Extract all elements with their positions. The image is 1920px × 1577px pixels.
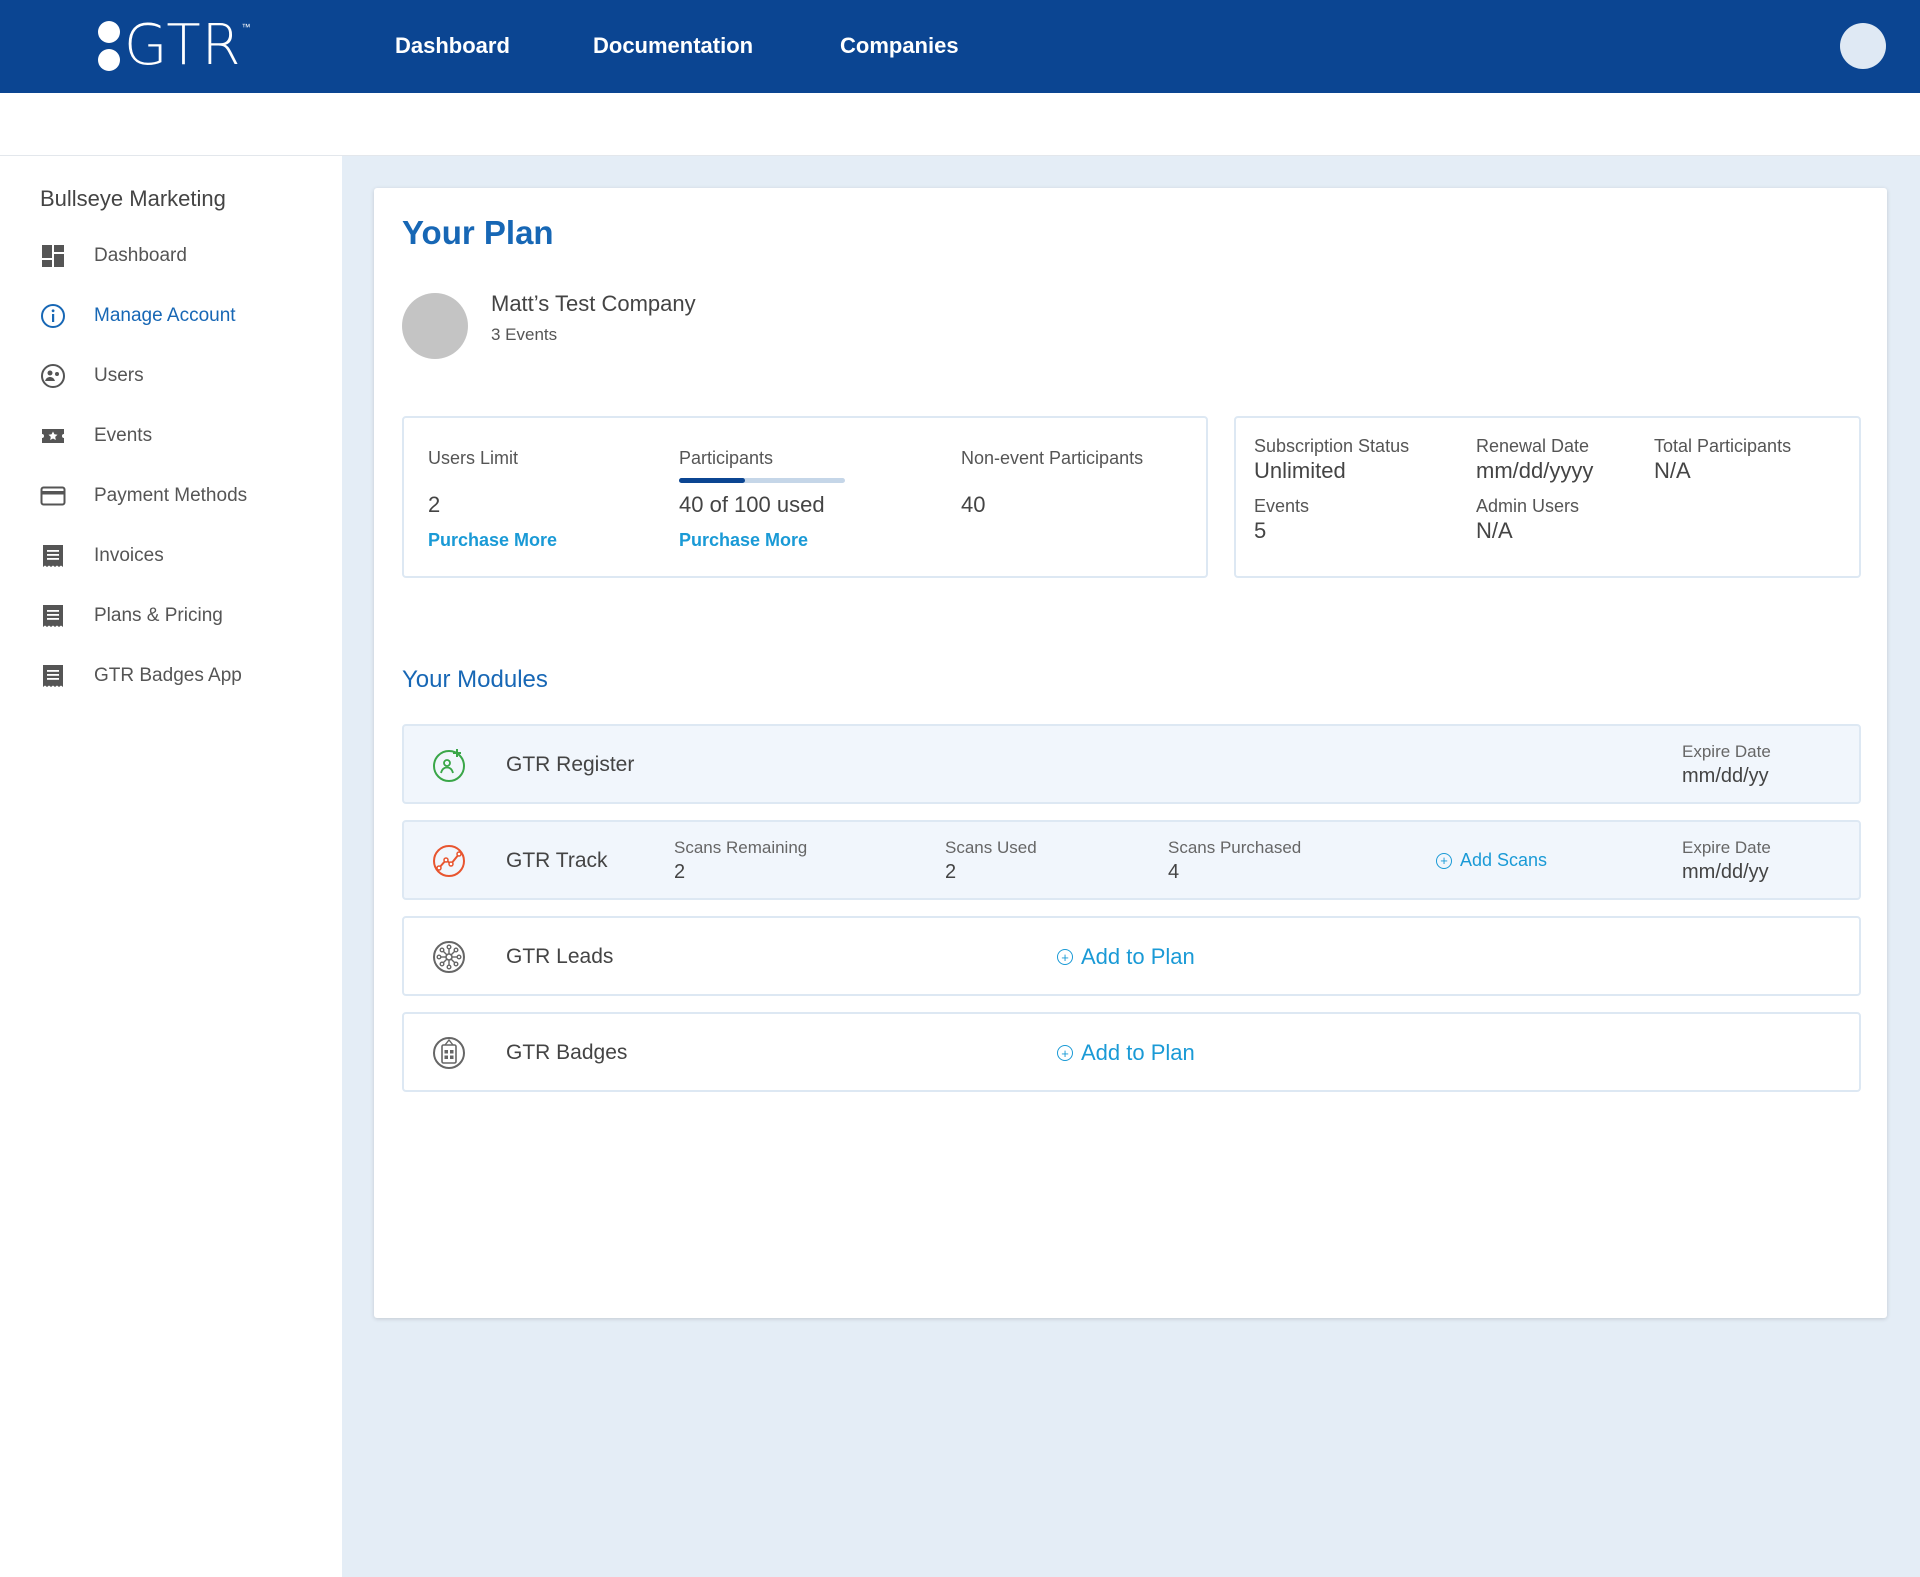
- scans-used-label: Scans Used: [945, 838, 1037, 857]
- admin-users-value: N/A: [1476, 518, 1513, 543]
- sidebar-item-label: Users: [94, 365, 144, 386]
- expire-date-value: mm/dd/yy: [1682, 765, 1769, 787]
- add-scans-label: Add Scans: [1460, 850, 1548, 870]
- non-event-participants-value: 40: [961, 492, 986, 517]
- plus-circle-icon: +: [1436, 852, 1452, 869]
- top-nav: GTR ™ Dashboard Documentation Companies: [0, 0, 1920, 93]
- receipt-icon: [40, 543, 66, 569]
- users-limit-value: 2: [428, 492, 441, 517]
- user-avatar[interactable]: [1840, 23, 1886, 69]
- org-name: Bullseye Marketing: [40, 186, 226, 211]
- gtr-logo[interactable]: GTR ™: [98, 18, 251, 74]
- sidebar-item-label: Plans & Pricing: [94, 605, 223, 626]
- receipt-icon: [40, 603, 66, 629]
- admin-users-label: Admin Users: [1476, 496, 1580, 516]
- total-participants-value: N/A: [1654, 458, 1691, 483]
- sidebar-item-label: Dashboard: [94, 245, 187, 266]
- users-limit-label: Users Limit: [428, 448, 519, 468]
- usage-box: Users Limit 2 Purchase More Participants…: [402, 416, 1208, 578]
- total-participants-label: Total Participants: [1654, 436, 1792, 456]
- sidebar-item-manage-account[interactable]: Manage Account: [40, 301, 236, 331]
- sidebar-item-label: Payment Methods: [94, 485, 248, 506]
- renewal-date-value: mm/dd/yyyy: [1476, 458, 1594, 483]
- company-avatar: [402, 293, 468, 359]
- expire-date-label: Expire Date: [1682, 742, 1771, 761]
- company-name: Matt’s Test Company: [491, 291, 696, 316]
- events-icon: [40, 423, 66, 449]
- module-gtr-leads: GTR Leads + Add to Plan: [402, 916, 1861, 996]
- info-icon: [40, 303, 66, 329]
- renewal-date-label: Renewal Date: [1476, 436, 1590, 456]
- sidebar-item-dashboard[interactable]: Dashboard: [40, 241, 187, 271]
- plus-circle-icon: +: [1057, 949, 1073, 965]
- sidebar-item-invoices[interactable]: Invoices: [40, 541, 164, 571]
- add-scans-button[interactable]: + Add Scans: [1436, 850, 1547, 871]
- scans-used-value: 2: [945, 861, 957, 883]
- participants-progress-bar: [679, 478, 845, 483]
- sidebar-item-plans-pricing[interactable]: Plans & Pricing: [40, 601, 223, 631]
- sidebar-item-users[interactable]: Users: [40, 361, 144, 391]
- module-name: GTR Leads: [506, 945, 614, 968]
- nav-companies[interactable]: Companies: [840, 33, 959, 59]
- participants-progress-fill: [679, 478, 746, 483]
- track-icon: [430, 842, 468, 880]
- logo-text: GTR: [124, 13, 242, 78]
- sidebar-item-label: Events: [94, 425, 153, 446]
- credit-card-icon: [40, 483, 66, 509]
- participants-purchase-more-link[interactable]: Purchase More: [679, 530, 808, 551]
- plus-circle-icon: +: [1057, 1045, 1073, 1061]
- module-name: GTR Badges: [506, 1041, 628, 1064]
- sidebar-item-gtr-badges-app[interactable]: GTR Badges App: [40, 661, 242, 691]
- subscription-box: Subscription Status Unlimited Renewal Da…: [1234, 416, 1861, 578]
- company-events-count: 3 Events: [491, 325, 558, 344]
- page-title: Your Plan: [402, 214, 554, 251]
- register-icon: [430, 746, 468, 784]
- events-label: Events: [1254, 496, 1310, 516]
- scans-purchased-value: 4: [1168, 861, 1180, 883]
- add-to-plan-button[interactable]: + Add to Plan: [1057, 944, 1195, 970]
- badges-icon: [430, 1034, 468, 1072]
- nav-documentation[interactable]: Documentation: [593, 33, 753, 59]
- plan-card: Your Plan Matt’s Test Company 3 Events U…: [374, 188, 1887, 1318]
- participants-value: 40 of 100 used: [679, 492, 825, 517]
- module-gtr-badges: GTR Badges + Add to Plan: [402, 1012, 1861, 1092]
- sidebar-item-label: Invoices: [94, 545, 164, 566]
- receipt-icon: [40, 663, 66, 689]
- module-name: GTR Register: [506, 753, 635, 776]
- sidebar-item-label: Manage Account: [94, 305, 236, 326]
- subscription-status-label: Subscription Status: [1254, 436, 1410, 456]
- dashboard-icon: [40, 243, 66, 269]
- add-to-plan-label: Add to Plan: [1081, 1040, 1195, 1065]
- sidebar-item-events[interactable]: Events: [40, 421, 152, 451]
- sidebar-item-payment-methods[interactable]: Payment Methods: [40, 481, 247, 511]
- add-to-plan-label: Add to Plan: [1081, 944, 1195, 969]
- module-gtr-register: GTR Register Expire Date mm/dd/yy: [402, 724, 1861, 804]
- users-icon: [40, 363, 66, 389]
- expire-date-label: Expire Date: [1682, 838, 1771, 857]
- module-gtr-track: GTR Track Scans Remaining 2 Scans Used 2…: [402, 820, 1861, 900]
- leads-icon: [430, 938, 468, 976]
- logo-dots-icon: [98, 21, 120, 71]
- logo-trademark: ™: [241, 22, 251, 32]
- modules-title: Your Modules: [402, 666, 548, 693]
- expire-date-value: mm/dd/yy: [1682, 861, 1769, 883]
- participants-label: Participants: [679, 448, 774, 468]
- events-value: 5: [1254, 518, 1267, 543]
- module-name: GTR Track: [506, 849, 608, 872]
- subscription-status-value: Unlimited: [1254, 458, 1346, 483]
- non-event-participants-label: Non-event Participants: [961, 448, 1144, 468]
- scans-remaining-value: 2: [674, 861, 686, 883]
- sub-header: [0, 93, 1920, 156]
- users-purchase-more-link[interactable]: Purchase More: [428, 530, 557, 551]
- scans-remaining-label: Scans Remaining: [674, 838, 808, 857]
- scans-purchased-label: Scans Purchased: [1168, 838, 1302, 857]
- sidebar: Bullseye Marketing Dashboard Manage Acco…: [0, 156, 342, 1577]
- sidebar-item-label: GTR Badges App: [94, 665, 242, 686]
- add-to-plan-button[interactable]: + Add to Plan: [1057, 1040, 1195, 1066]
- nav-dashboard[interactable]: Dashboard: [395, 33, 510, 59]
